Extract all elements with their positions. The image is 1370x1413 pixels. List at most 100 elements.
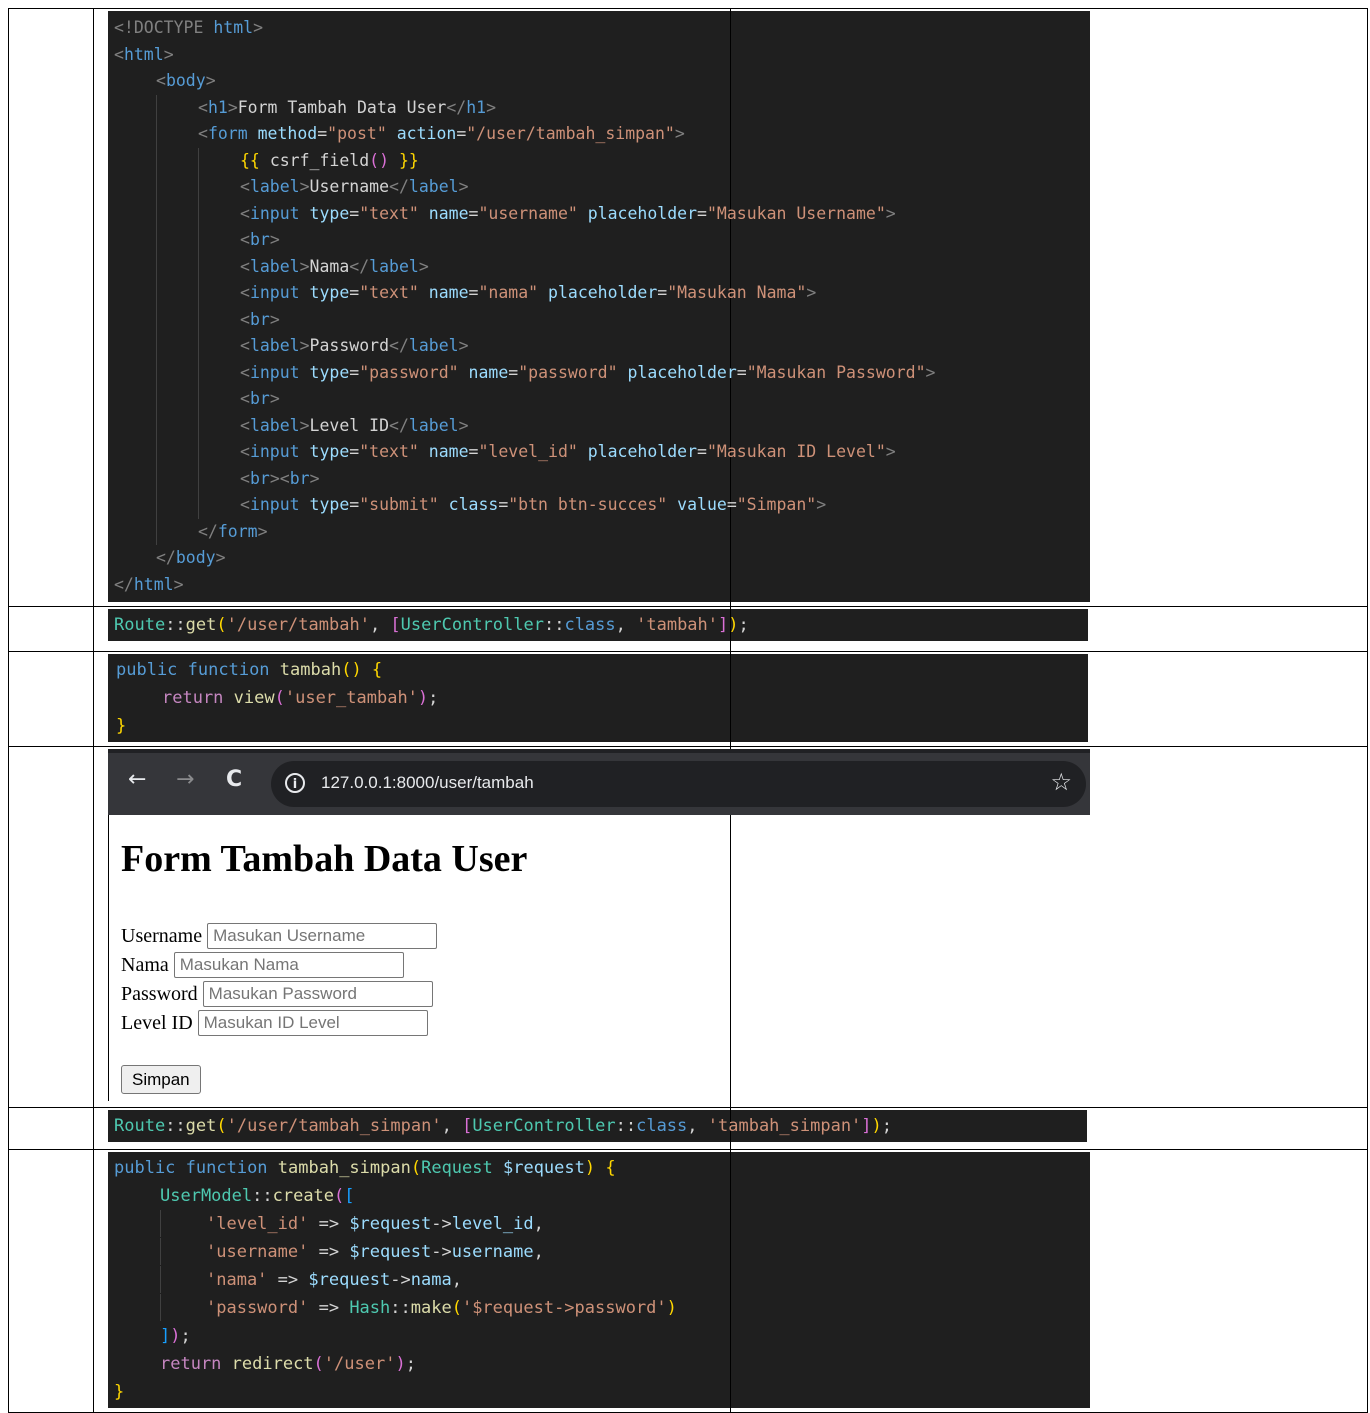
indent-guide — [198, 439, 240, 466]
code-token: name — [468, 362, 509, 382]
code-token: = — [349, 362, 360, 382]
code-token: view — [233, 688, 275, 708]
star-icon[interactable]: ☆ — [1050, 768, 1072, 796]
indent-guide — [156, 333, 198, 360]
code-token: method — [257, 124, 318, 143]
code-token: '/user/tambah_simpan' — [226, 1116, 442, 1136]
code-token: "password" — [359, 362, 469, 382]
form-input[interactable] — [173, 952, 404, 978]
info-icon[interactable]: i — [285, 773, 305, 793]
form-input[interactable] — [202, 981, 433, 1007]
code-token: level_id — [451, 1214, 534, 1234]
code-token: br — [249, 230, 270, 249]
code-token: < — [240, 230, 250, 249]
indent-guide — [156, 280, 198, 307]
url-text[interactable]: 127.0.0.1:8000/user/tambah — [321, 773, 534, 793]
address-bar[interactable]: i 127.0.0.1:8000/user/tambah ☆ — [271, 761, 1086, 807]
code-token: type — [309, 442, 350, 461]
code-token: [ — [462, 1116, 473, 1136]
controller-code-cell: public function tambah() {return view('u… — [93, 651, 1088, 747]
code-token: > — [418, 256, 429, 276]
indent-guide — [156, 359, 198, 386]
code-token: Level ID — [309, 415, 390, 435]
form-input[interactable] — [207, 923, 438, 949]
indent-guide — [156, 121, 198, 148]
code-token: </ — [389, 415, 409, 435]
code-line: return redirect('/user'); — [114, 1350, 1084, 1378]
indent-guide — [156, 200, 198, 227]
code-token: </ — [114, 574, 134, 594]
indent-guide — [156, 518, 198, 545]
code-token: class — [564, 615, 616, 635]
code-token: } — [116, 716, 127, 736]
code-line: return view('user_tambah'); — [116, 684, 1080, 712]
code-token: placeholder — [627, 362, 737, 382]
form-row: Username — [121, 923, 438, 949]
back-icon[interactable]: ← — [128, 767, 146, 792]
indent-guide — [198, 147, 240, 174]
code-token: -> — [390, 1270, 411, 1290]
code-token: <!DOCTYPE — [114, 18, 214, 37]
code-token: ; — [405, 1354, 416, 1374]
code-token: Nama — [309, 256, 350, 276]
code-token: body — [165, 71, 206, 90]
code-token: , — [533, 1242, 544, 1262]
code-token: > — [486, 97, 497, 117]
indent-guide — [156, 412, 198, 439]
code-token: ; — [180, 1326, 191, 1346]
code-token: < — [156, 71, 166, 90]
code-token: , — [533, 1214, 544, 1234]
code-token: type — [309, 495, 350, 514]
code-token: get — [185, 1116, 217, 1136]
code-token: label — [249, 177, 300, 196]
code-line: <br><br> — [114, 465, 1084, 492]
route-code-cell: Route::get('/user/tambah', [UserControll… — [93, 606, 1088, 652]
code-token: = — [736, 362, 747, 382]
code-token: label — [408, 415, 459, 435]
code-token: label — [408, 177, 459, 196]
code-token: html — [133, 574, 174, 594]
code-token: label — [249, 415, 300, 435]
code-token: h1 — [207, 97, 228, 117]
indent-guide — [114, 360, 156, 387]
code-token: > — [458, 415, 469, 435]
code-token: < — [198, 124, 208, 143]
form-input[interactable] — [197, 1010, 428, 1036]
code-token: => — [308, 1214, 350, 1234]
code-line: <label>Password</label> — [114, 333, 1084, 360]
code-token: function — [187, 660, 280, 680]
code-token: form — [207, 124, 258, 143]
indent-guide — [198, 333, 240, 360]
code-token: :: — [165, 1116, 186, 1136]
code-token: > — [806, 283, 817, 302]
code-token: > — [885, 442, 896, 461]
code-token: body — [175, 548, 216, 567]
indent-guide — [156, 253, 198, 280]
code-token: 'level_id' — [206, 1214, 309, 1234]
row-number-cell — [8, 1107, 94, 1150]
forward-icon[interactable]: → — [176, 767, 194, 792]
code-token: "nama" — [478, 283, 549, 302]
code-token: [ — [390, 615, 401, 635]
indent-guide — [156, 227, 198, 254]
indent-guide — [114, 201, 156, 228]
indent-guide — [160, 1294, 206, 1321]
indent-guide — [116, 684, 162, 711]
code-line: UserModel::create([ — [114, 1182, 1084, 1210]
code-token: < — [240, 283, 250, 302]
code-token: 'tambah_simpan' — [707, 1116, 862, 1136]
code-token: ] — [718, 615, 729, 635]
code-token: label — [369, 256, 419, 276]
submit-button[interactable]: Simpan — [121, 1065, 201, 1094]
code-token: = — [456, 124, 467, 143]
code-token: ) { — [584, 1158, 616, 1178]
reload-icon[interactable]: C — [226, 767, 242, 792]
code-token: "Masukan Username" — [706, 203, 886, 223]
form-row: Password — [121, 981, 433, 1007]
code-line: public function tambah_simpan(Request $r… — [114, 1154, 1084, 1182]
code-line: } — [114, 1378, 1084, 1406]
code-token: csrf_field — [269, 150, 370, 170]
code-token: > — [227, 97, 238, 117]
code-token: < — [198, 97, 208, 117]
indent-guide — [198, 200, 240, 227]
